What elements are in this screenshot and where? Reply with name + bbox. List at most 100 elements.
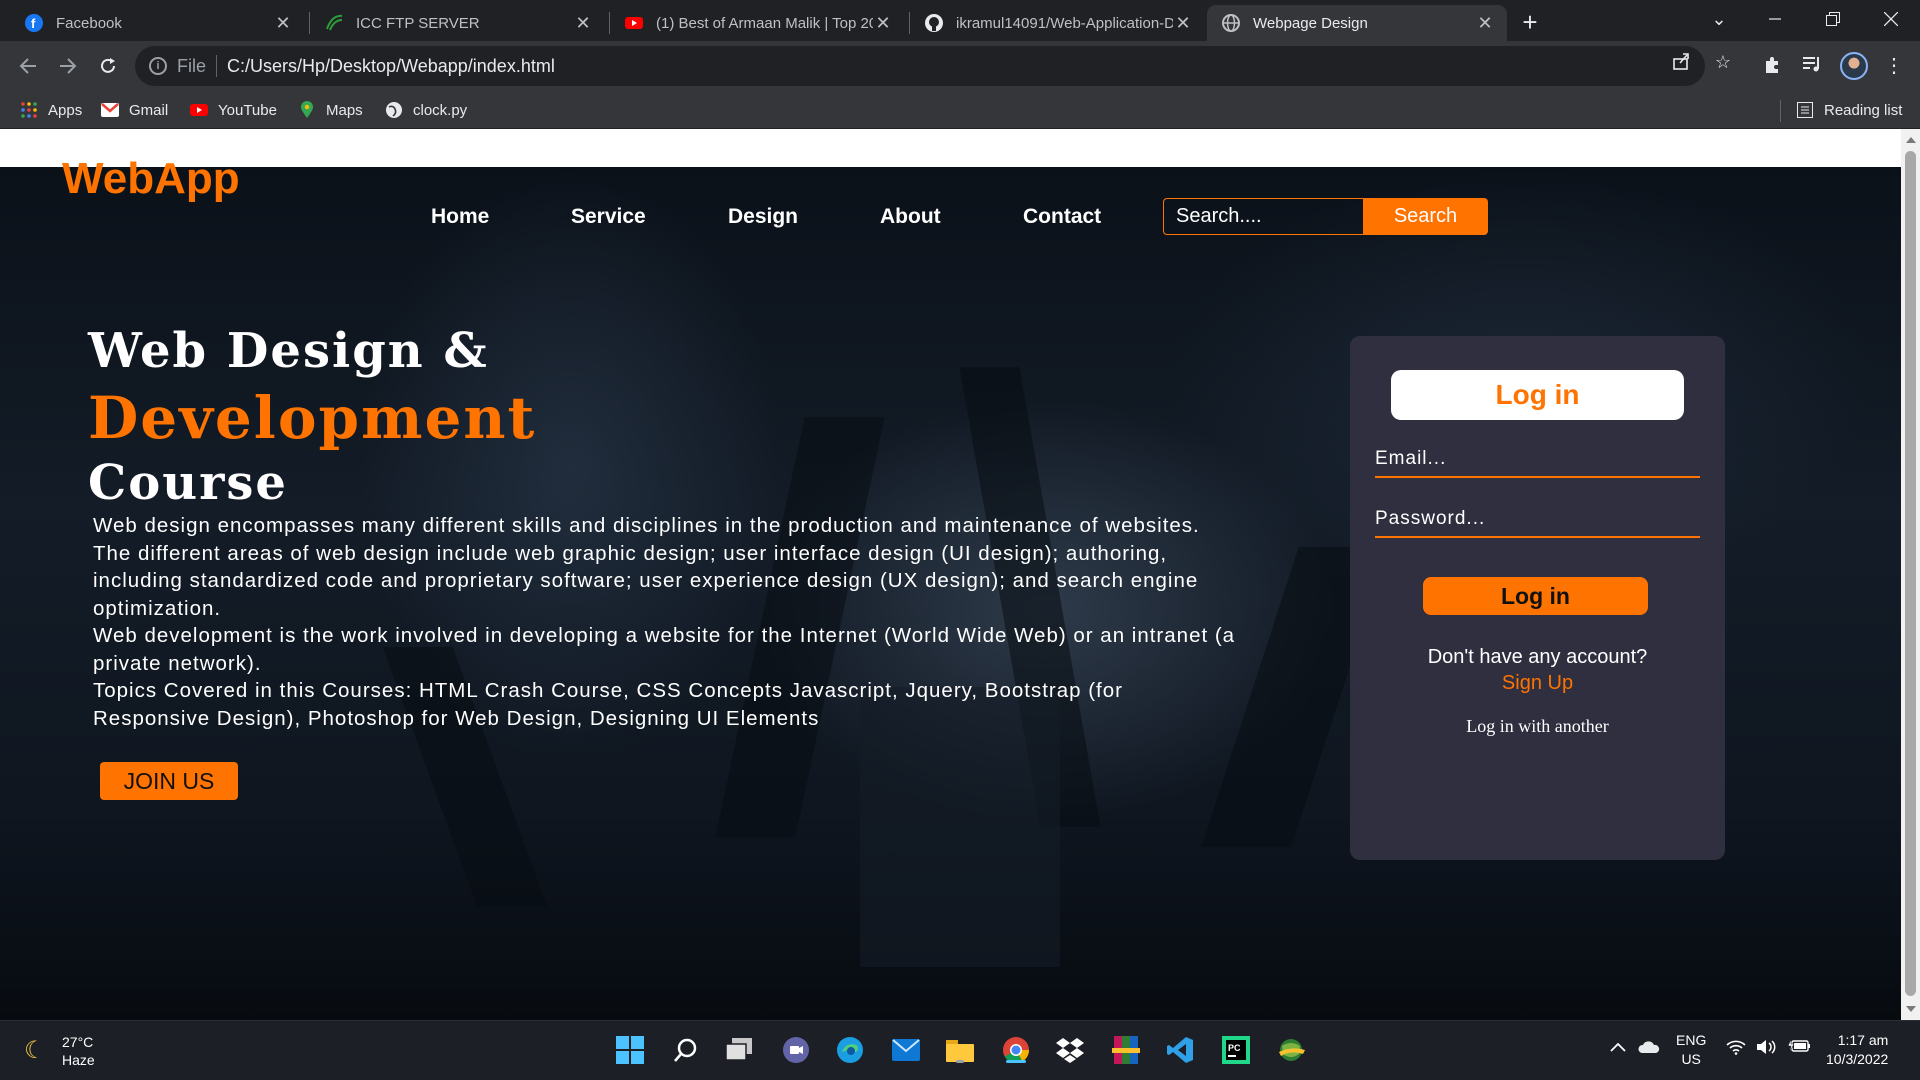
start-windows-icon[interactable] [614,1034,646,1066]
language-code: ENG [1676,1032,1707,1048]
login-heading: Log in [1391,370,1684,420]
minimize-icon[interactable] [1752,0,1798,38]
login-submit-button[interactable]: Log in [1423,577,1648,615]
apps-grid-icon [20,101,38,119]
youtube-icon [190,101,208,119]
region-code: US [1681,1051,1701,1067]
github-icon [924,13,944,33]
svg-text:PC: PC [1228,1043,1241,1053]
signup-link[interactable]: Sign Up [1350,672,1725,695]
onedrive-cloud-icon[interactable] [1638,1040,1660,1059]
page-viewport: WebApp Home Service Design About Contact… [0,129,1901,1020]
bookmark-clock[interactable]: clock.py [385,100,467,120]
gmail-icon [101,101,119,119]
extensions-icon[interactable] [1760,54,1784,78]
icc-icon [324,13,344,33]
tab-title: Webpage Design [1253,14,1368,32]
mail-icon[interactable] [890,1034,922,1066]
scrollbar-thumb[interactable] [1905,151,1916,996]
bookmark-label: clock.py [413,101,468,119]
address-bar[interactable]: i File C:/Users/Hp/Desktop/Webapp/index.… [135,46,1705,86]
pycharm-icon[interactable]: PC [1220,1034,1252,1066]
bookmark-star-icon[interactable]: ☆ [1712,51,1734,73]
windows-taskbar: ☾ 27°C Haze PC ENG US 1:17 am 10/3/2022 [0,1020,1920,1080]
globe-icon [1221,13,1241,33]
menu-kebab-icon[interactable]: ⋮ [1882,54,1906,78]
tab-youtube[interactable]: (1) Best of Armaan Malik | Top 20 ✕ [610,5,905,41]
close-icon[interactable]: ✕ [1173,13,1193,33]
input-language-indicator[interactable]: ENG US [1676,1031,1706,1069]
hero-paragraph-web-development: Web development is the work involved in … [93,624,1236,675]
close-icon[interactable]: ✕ [273,13,293,33]
system-clock[interactable]: 1:17 am 10/3/2022 [1826,1031,1888,1069]
tab-github[interactable]: ikramul14091/Web-Application-D ✕ [910,5,1205,41]
reading-list-icon [1796,101,1814,119]
login-with-another-link[interactable]: Log in with another [1350,716,1725,737]
scroll-up-arrow-icon[interactable] [1906,137,1916,143]
hero-paragraph-topics: Topics Covered in this Courses: HTML Cra… [93,679,1123,730]
tab-webpage-design[interactable]: Webpage Design ✕ [1207,5,1507,41]
password-field[interactable] [1375,502,1700,538]
dropbox-icon[interactable] [1054,1034,1086,1066]
share-icon[interactable] [1670,51,1692,73]
nav-service[interactable]: Service [571,205,646,229]
page-content: WebApp Home Service Design About Contact… [0,129,1901,1020]
tab-title: (1) Best of Armaan Malik | Top 20 [656,14,873,32]
bookmark-apps[interactable]: Apps [20,100,82,120]
nav-design[interactable]: Design [728,205,798,229]
tab-title: ICC FTP SERVER [356,14,480,32]
email-field[interactable] [1375,442,1700,478]
bookmark-label: YouTube [218,101,277,119]
tab-title: Facebook [56,14,122,32]
nav-home[interactable]: Home [431,205,489,229]
site-logo[interactable]: WebApp [62,154,240,204]
window-close-icon[interactable] [1868,0,1914,38]
wifi-icon[interactable] [1726,1039,1746,1060]
hero-title-line3: Course [88,455,288,511]
forward-icon[interactable] [50,48,86,84]
restore-icon[interactable] [1810,0,1856,38]
tab-icc-ftp[interactable]: ICC FTP SERVER ✕ [310,5,605,41]
teams-chat-icon[interactable] [780,1034,812,1066]
chrome-icon[interactable] [1000,1034,1032,1066]
profile-avatar[interactable] [1840,52,1868,80]
address-url[interactable]: C:/Users/Hp/Desktop/Webapp/index.html [227,56,555,77]
back-icon[interactable] [10,48,46,84]
bookmark-maps[interactable]: Maps [298,100,363,120]
close-icon[interactable]: ✕ [573,13,593,33]
nav-contact[interactable]: Contact [1023,205,1101,229]
tab-facebook[interactable]: f Facebook ✕ [10,5,305,41]
weather-condition: Haze [62,1052,95,1068]
media-control-icon[interactable] [1800,54,1824,78]
reload-icon[interactable] [90,48,126,84]
reading-list-button[interactable]: Reading list [1796,100,1902,120]
tab-search-chevron-icon[interactable]: ⌄ [1696,0,1742,38]
tray-overflow-chevron-icon[interactable] [1610,1039,1626,1057]
volume-icon[interactable] [1756,1039,1778,1060]
scroll-down-arrow-icon[interactable] [1906,1006,1916,1012]
vscode-icon[interactable] [1164,1034,1196,1066]
search-input[interactable] [1163,198,1363,235]
weather-widget[interactable]: ☾ 27°C Haze [24,1033,95,1069]
bookmark-youtube[interactable]: YouTube [190,100,277,120]
idm-globe-icon[interactable] [1276,1034,1308,1066]
search-icon[interactable] [670,1034,702,1066]
clock-time: 1:17 am [1837,1032,1889,1048]
close-icon[interactable]: ✕ [1475,13,1495,33]
page-scrollbar[interactable] [1901,129,1920,1020]
info-icon[interactable]: i [149,57,167,75]
reading-list-label: Reading list [1824,101,1903,119]
join-us-button[interactable]: JOIN US [100,762,238,800]
task-view-icon[interactable] [724,1034,756,1066]
maps-pin-icon [298,101,316,119]
search-button[interactable]: Search [1363,198,1488,235]
new-tab-icon[interactable]: + [1515,8,1545,38]
close-icon[interactable]: ✕ [873,13,893,33]
hero-paragraph-web-design: Web design encompasses many different sk… [93,514,1200,620]
bookmark-gmail[interactable]: Gmail [101,100,168,120]
nav-about[interactable]: About [880,205,941,229]
file-explorer-icon[interactable] [944,1034,976,1066]
winrar-icon[interactable] [1110,1034,1142,1066]
battery-charging-icon[interactable] [1787,1038,1810,1058]
edge-browser-icon[interactable] [834,1034,866,1066]
